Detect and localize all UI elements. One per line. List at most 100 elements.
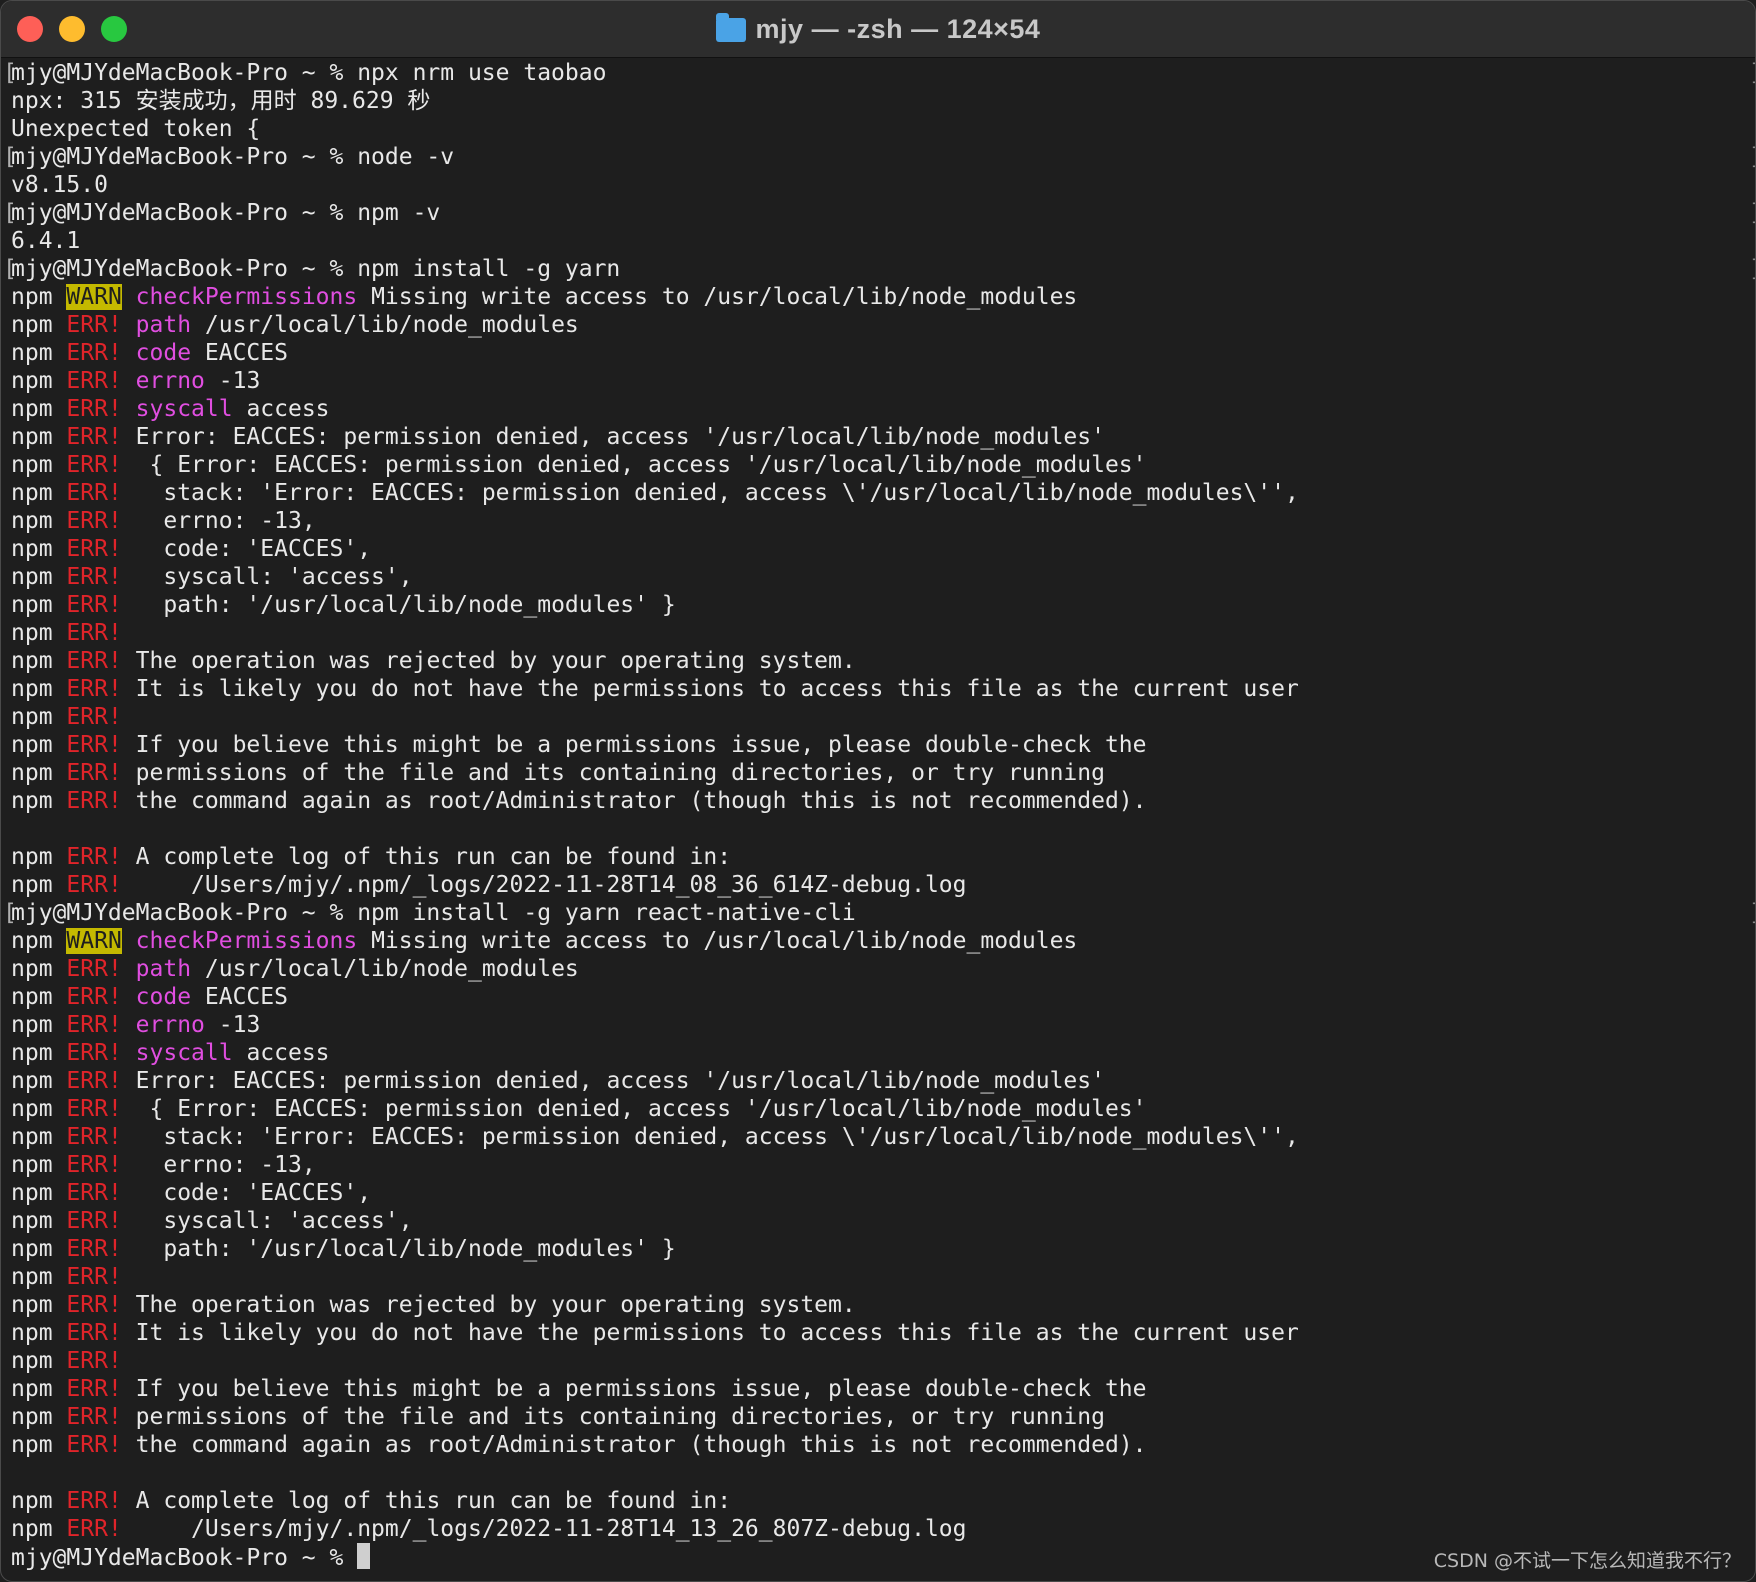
npm-prefix: npm (11, 1152, 53, 1178)
output-line: npx: 315 安装成功，用时 89.629 秒 (11, 87, 1755, 115)
close-button[interactable] (17, 16, 43, 42)
npm-prefix: npm (11, 620, 53, 646)
npm-log-line: npm ERR! (11, 1263, 1755, 1291)
maximize-button[interactable] (101, 16, 127, 42)
err-badge: ERR! (66, 1180, 122, 1206)
output-text: 6.4.1 (11, 228, 81, 254)
minimize-button[interactable] (59, 16, 85, 42)
npm-log-line: npm ERR! syscall access (11, 1039, 1755, 1067)
err-badge: ERR! (66, 648, 122, 674)
npm-log-line: npm ERR! It is likely you do not have th… (11, 675, 1755, 703)
npm-prefix: npm (11, 1404, 53, 1430)
log-message: access (232, 1040, 330, 1066)
prompt-text: mjy@MJYdeMacBook-Pro ~ % (11, 1545, 358, 1571)
log-message: stack: 'Error: EACCES: permission denied… (135, 480, 1299, 506)
npm-log-line: npm ERR! Error: EACCES: permission denie… (11, 1067, 1755, 1095)
log-message: /Users/mjy/.npm/_logs/2022-11-28T14_13_2… (135, 1516, 967, 1542)
err-badge: ERR! (66, 1096, 122, 1122)
npm-log-line: npm ERR! stack: 'Error: EACCES: permissi… (11, 479, 1755, 507)
log-message: -13 (204, 368, 261, 394)
npm-prefix: npm (11, 1516, 53, 1542)
err-badge: ERR! (66, 984, 122, 1010)
command-text: npm install -g yarn react-native-cli (357, 900, 856, 926)
log-key: path (135, 956, 192, 982)
log-message: EACCES (191, 340, 288, 366)
err-badge: ERR! (66, 1488, 122, 1514)
warn-badge: WARN (66, 284, 122, 310)
npm-prefix: npm (11, 704, 53, 730)
npm-log-line: npm ERR! A complete log of this run can … (11, 1487, 1755, 1515)
log-message: The operation was rejected by your opera… (135, 1292, 856, 1318)
log-message: errno: -13, (135, 508, 316, 534)
command-text: npm -v (357, 200, 441, 226)
log-message: path: '/usr/local/lib/node_modules' } (135, 592, 676, 618)
npm-log-line: npm ERR! (11, 703, 1755, 731)
err-badge: ERR! (66, 396, 122, 422)
err-badge: ERR! (66, 1376, 122, 1402)
npm-log-line: npm WARN checkPermissions Missing write … (11, 927, 1755, 955)
npm-prefix: npm (11, 732, 53, 758)
npm-prefix: npm (11, 648, 53, 674)
npm-log-line: npm WARN checkPermissions Missing write … (11, 283, 1755, 311)
log-message: If you believe this might be a permissio… (135, 1376, 1147, 1402)
npm-log-line: npm ERR! code: 'EACCES', (11, 1179, 1755, 1207)
err-badge: ERR! (66, 564, 122, 590)
npm-prefix: npm (11, 1264, 53, 1290)
warn-badge: WARN (66, 928, 122, 954)
npm-prefix: npm (11, 1432, 53, 1458)
npm-prefix: npm (11, 1012, 53, 1038)
err-badge: ERR! (66, 1208, 122, 1234)
npm-prefix: npm (11, 592, 53, 618)
err-badge: ERR! (66, 480, 122, 506)
npm-log-line: npm ERR! errno: -13, (11, 1151, 1755, 1179)
npm-log-line: npm ERR! A complete log of this run can … (11, 843, 1755, 871)
log-message: Error: EACCES: permission denied, access… (135, 1068, 1105, 1094)
npm-prefix: npm (11, 1292, 53, 1318)
npm-prefix: npm (11, 284, 53, 310)
err-badge: ERR! (66, 1320, 122, 1346)
npm-prefix: npm (11, 1208, 53, 1234)
prompt-text: mjy@MJYdeMacBook-Pro ~ % (11, 200, 358, 226)
log-key: syscall (135, 1040, 233, 1066)
npm-prefix: npm (11, 424, 53, 450)
prompt-line: mjy@MJYdeMacBook-Pro ~ % node -v (3, 143, 1755, 171)
log-message: Missing write access to /usr/local/lib/n… (357, 284, 1078, 310)
npm-prefix: npm (11, 368, 53, 394)
log-message: code: 'EACCES', (135, 536, 372, 562)
err-badge: ERR! (66, 732, 122, 758)
npm-log-line: npm ERR! code EACCES (11, 339, 1755, 367)
log-message: the command again as root/Administrator … (135, 788, 1147, 814)
npm-log-line: npm ERR! Error: EACCES: permission denie… (11, 423, 1755, 451)
log-key: code (135, 340, 192, 366)
err-badge: ERR! (66, 1068, 122, 1094)
npm-prefix: npm (11, 312, 53, 338)
err-badge: ERR! (66, 1264, 122, 1290)
npm-prefix: npm (11, 872, 53, 898)
log-message: { Error: EACCES: permission denied, acce… (135, 1096, 1147, 1122)
prompt-text: mjy@MJYdeMacBook-Pro ~ % (11, 900, 358, 926)
title-bar[interactable]: mjy — -zsh — 124×54 (1, 1, 1755, 58)
log-message: EACCES (191, 984, 288, 1010)
err-badge: ERR! (66, 1348, 122, 1374)
npm-prefix: npm (11, 1096, 53, 1122)
npm-prefix: npm (11, 564, 53, 590)
log-message: The operation was rejected by your opera… (135, 648, 856, 674)
npm-log-line: npm ERR! /Users/mjy/.npm/_logs/2022-11-2… (11, 1515, 1755, 1543)
log-key: syscall (135, 396, 233, 422)
err-badge: ERR! (66, 508, 122, 534)
output-line: v8.15.0 (11, 171, 1755, 199)
terminal-output[interactable]: mjy@MJYdeMacBook-Pro ~ % npx nrm use tao… (1, 59, 1755, 1581)
npm-log-line: npm ERR! path /usr/local/lib/node_module… (11, 955, 1755, 983)
npm-prefix: npm (11, 844, 53, 870)
err-badge: ERR! (66, 536, 122, 562)
npm-log-line: npm ERR! syscall: 'access', (11, 563, 1755, 591)
err-badge: ERR! (66, 1040, 122, 1066)
log-message: It is likely you do not have the permiss… (135, 1320, 1299, 1346)
text-cursor[interactable] (357, 1543, 371, 1569)
npm-prefix: npm (11, 984, 53, 1010)
log-message: { Error: EACCES: permission denied, acce… (135, 452, 1147, 478)
err-badge: ERR! (66, 620, 122, 646)
npm-log-line: npm ERR! code EACCES (11, 983, 1755, 1011)
